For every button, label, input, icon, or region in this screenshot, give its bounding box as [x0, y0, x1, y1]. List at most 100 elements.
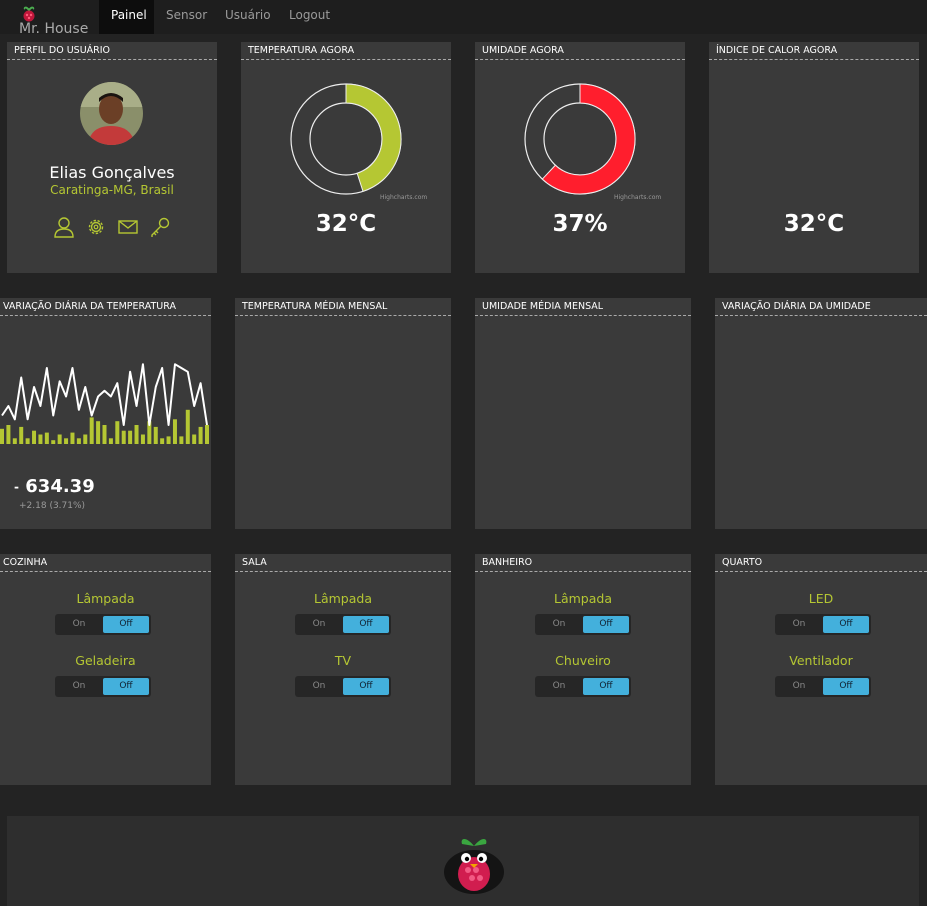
chart-column — [51, 440, 56, 444]
humidity-now-panel: UMIDADE AGORA Highcharts.com 37% — [475, 42, 685, 273]
chart-column — [172, 419, 177, 444]
chart-column — [108, 438, 113, 444]
nav-usuario[interactable]: Usuário — [213, 0, 283, 34]
chart-column — [102, 425, 107, 444]
heat-index-panel: ÍNDICE DE CALOR AGORA 32°C — [709, 42, 919, 273]
toggle-off[interactable]: Off — [823, 678, 869, 695]
toggle-on[interactable]: On — [295, 614, 343, 635]
device-toggle[interactable]: On Off — [775, 676, 871, 697]
daily-temperature-panel: VARIAÇÃO DIÁRIA DA TEMPERATURA ‐ 634.39 … — [0, 298, 211, 529]
toggle-off[interactable]: Off — [343, 678, 389, 695]
device-toggle[interactable]: On Off — [295, 614, 391, 635]
chart-column — [76, 438, 81, 444]
device-label: TV — [334, 653, 352, 668]
nav-sensor[interactable]: Sensor — [154, 0, 219, 34]
temperature-value: 32°C — [315, 211, 377, 237]
device-toggle[interactable]: On Off — [295, 676, 391, 697]
chart-column — [115, 421, 120, 444]
device-label: Chuveiro — [555, 653, 611, 668]
user-icon[interactable] — [53, 216, 75, 238]
key-icon[interactable] — [149, 216, 171, 238]
panel-title: VARIAÇÃO DIÁRIA DA UMIDADE — [715, 298, 927, 316]
device-toggle[interactable]: On Off — [775, 614, 871, 635]
room-panel-quarto: QUARTO LED On Off Ventilador On Off — [715, 554, 927, 785]
device-toggle[interactable]: On Off — [535, 676, 631, 697]
chart-column — [38, 434, 43, 444]
toggle-off[interactable]: Off — [343, 616, 389, 633]
humidity-value: 37% — [552, 211, 608, 237]
room-panel-sala: SALA Lâmpada On Off TV On Off — [235, 554, 451, 785]
panel-title: TEMPERATURA MÉDIA MENSAL — [235, 298, 451, 316]
chart-column — [185, 409, 190, 444]
chart-column — [44, 432, 49, 444]
chart-line — [1, 363, 208, 426]
gauge-fill — [345, 83, 402, 192]
gauge-fill — [541, 83, 636, 195]
footer — [7, 816, 919, 906]
chart-column — [19, 426, 24, 444]
toggle-on[interactable]: On — [775, 614, 823, 635]
stock-value-text: 634.39 — [25, 476, 95, 497]
nav-logout[interactable]: Logout — [277, 0, 342, 34]
avatar — [80, 82, 143, 145]
stock-change: +2.18 (3.71%) — [19, 501, 86, 511]
navbar: Mr. House Painel Sensor Usuário Logout — [0, 0, 927, 37]
chart-column — [134, 425, 139, 444]
device-label: Geladeira — [75, 653, 136, 668]
toggle-on[interactable]: On — [535, 614, 583, 635]
chart-column — [70, 432, 75, 444]
device-toggle[interactable]: On Off — [535, 614, 631, 635]
heat-index-value: 32°C — [783, 211, 845, 237]
brand-name: Mr. House — [19, 21, 89, 37]
device-label: Lâmpada — [76, 591, 135, 606]
chart-column — [64, 438, 69, 444]
toggle-off[interactable]: Off — [103, 678, 149, 695]
humidity-gauge — [524, 83, 636, 195]
daily-humidity-panel: VARIAÇÃO DIÁRIA DA UMIDADE — [715, 298, 927, 529]
toggle-on[interactable]: On — [55, 676, 103, 697]
penguin-raspberry-logo-icon — [444, 839, 504, 894]
user-location: Caratinga-MG, Brasil — [50, 183, 174, 197]
chart-column — [179, 436, 184, 444]
toggle-off[interactable]: Off — [823, 616, 869, 633]
stock-value: ‐ 634.39 — [14, 476, 95, 497]
device-label: Ventilador — [789, 653, 853, 668]
chart-column — [198, 426, 203, 444]
toggle-on[interactable]: On — [775, 676, 823, 697]
chart-column — [205, 425, 209, 444]
raspberry-logo-icon — [23, 6, 35, 22]
toggle-off[interactable]: Off — [583, 678, 629, 695]
toggle-off[interactable]: Off — [103, 616, 149, 633]
panel-title: SALA — [235, 554, 451, 572]
panel-title: UMIDADE MÉDIA MENSAL — [475, 298, 691, 316]
toggle-off[interactable]: Off — [583, 616, 629, 633]
chart-column — [121, 430, 126, 444]
panel-title: COZINHA — [0, 554, 211, 572]
chart-column — [140, 434, 145, 444]
toggle-on[interactable]: On — [295, 676, 343, 697]
chart-column — [166, 436, 171, 444]
room-panel-banheiro: BANHEIRO Lâmpada On Off Chuveiro On Off — [475, 554, 691, 785]
chart-column — [25, 438, 30, 444]
temperature-gauge — [290, 83, 402, 195]
temperature-now-panel: TEMPERATURA AGORA Highcharts.com 32°C — [241, 42, 451, 273]
chart-credit[interactable]: Highcharts.com — [614, 194, 661, 201]
chart-column — [83, 434, 88, 444]
nav-painel[interactable]: Painel — [99, 0, 154, 34]
room-panel-cozinha: COZINHA Lâmpada On Off Geladeira On Off — [0, 554, 211, 785]
device-label: LED — [808, 591, 834, 606]
envelope-icon[interactable] — [117, 216, 139, 238]
chart-column — [0, 428, 4, 444]
brand[interactable]: Mr. House — [14, 4, 94, 37]
device-toggle[interactable]: On Off — [55, 676, 151, 697]
chart-column — [32, 430, 37, 444]
chart-credit[interactable]: Highcharts.com — [380, 194, 427, 201]
device-toggle[interactable]: On Off — [55, 614, 151, 635]
panel-title: ÍNDICE DE CALOR AGORA — [709, 42, 919, 60]
toggle-on[interactable]: On — [55, 614, 103, 635]
chart-column — [128, 430, 133, 444]
chart-column — [192, 434, 197, 444]
gear-icon[interactable] — [85, 216, 107, 238]
user-name: Elias Gonçalves — [49, 163, 175, 182]
toggle-on[interactable]: On — [535, 676, 583, 697]
